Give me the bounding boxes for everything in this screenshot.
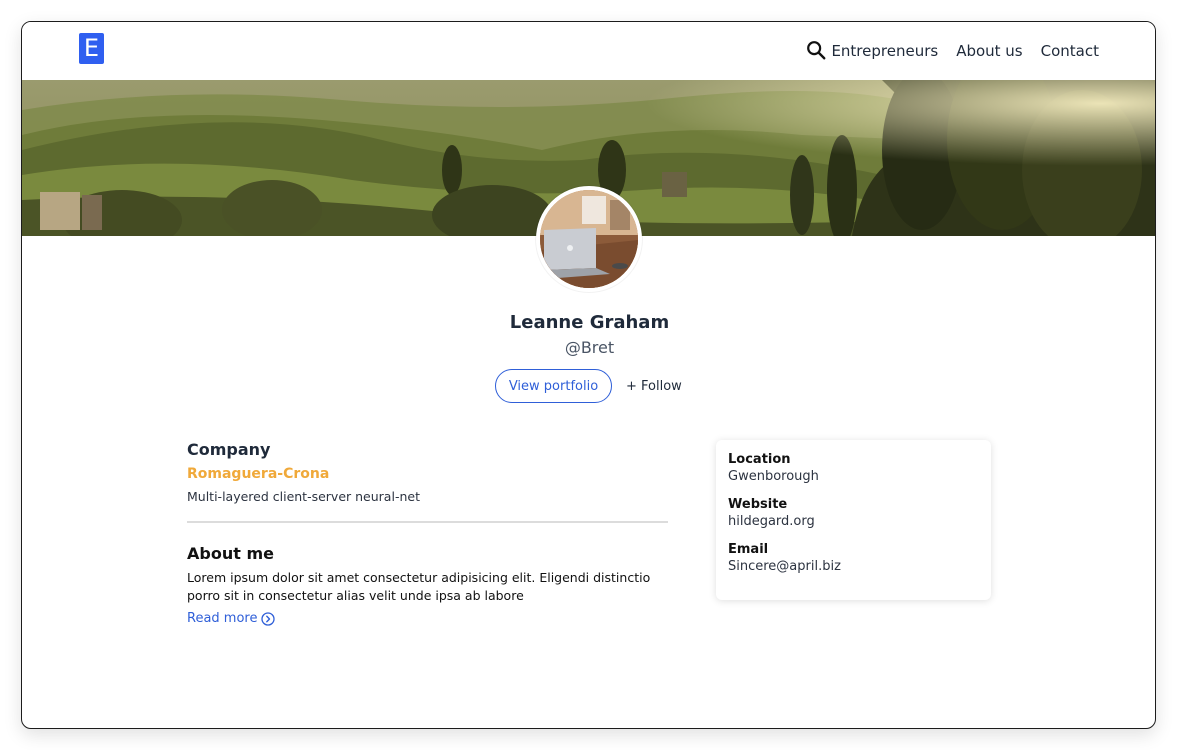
view-portfolio-button[interactable]: View portfolio [495, 369, 612, 403]
website-label: Website [728, 497, 788, 512]
profile-name: Leanne Graham [509, 312, 670, 333]
logo[interactable]: E [79, 33, 104, 64]
about-title: About me [187, 544, 274, 563]
nav-link-contact[interactable]: Contact [1041, 42, 1099, 60]
company-name: Romaguera-Crona [187, 466, 330, 482]
email-value[interactable]: Sincere@april.biz [728, 559, 979, 574]
chevron-right-circle-icon [261, 611, 276, 626]
top-navbar: E Entrepreneurs About us Contact [22, 22, 1155, 80]
read-more-link[interactable]: Read more [187, 611, 276, 626]
avatar [536, 186, 642, 292]
location-group: Location Gwenborough [728, 452, 979, 484]
company-catch-phrase: Multi-layered client-server neural-net [187, 489, 420, 504]
location-value: Gwenborough [728, 469, 819, 484]
search-icon[interactable] [805, 39, 827, 61]
company-title: Company [187, 440, 271, 459]
app-window: E Entrepreneurs About us Contact Leanne … [21, 21, 1156, 729]
about-text: Lorem ipsum dolor sit amet consectetur a… [187, 570, 651, 603]
read-more-label: Read more [187, 611, 258, 626]
email-label: Email [728, 542, 769, 557]
main-nav: Entrepreneurs About us Contact [831, 22, 1099, 80]
website-value[interactable]: hildegard.org [728, 514, 979, 529]
contact-info-card: Location Gwenborough Website hildegard.o… [716, 440, 991, 600]
location-label: Location [728, 452, 791, 467]
nav-link-about-us[interactable]: About us [956, 42, 1022, 60]
nav-link-entrepreneurs[interactable]: Entrepreneurs [831, 42, 938, 60]
divider [187, 521, 668, 523]
profile-details: Company Romaguera-Crona Multi-layered cl… [187, 440, 668, 627]
website-group: Website hildegard.org [728, 497, 979, 529]
email-group: Email Sincere@april.biz [728, 542, 979, 574]
profile-handle: @Bret [564, 338, 615, 357]
follow-button[interactable]: + Follow [626, 369, 682, 403]
